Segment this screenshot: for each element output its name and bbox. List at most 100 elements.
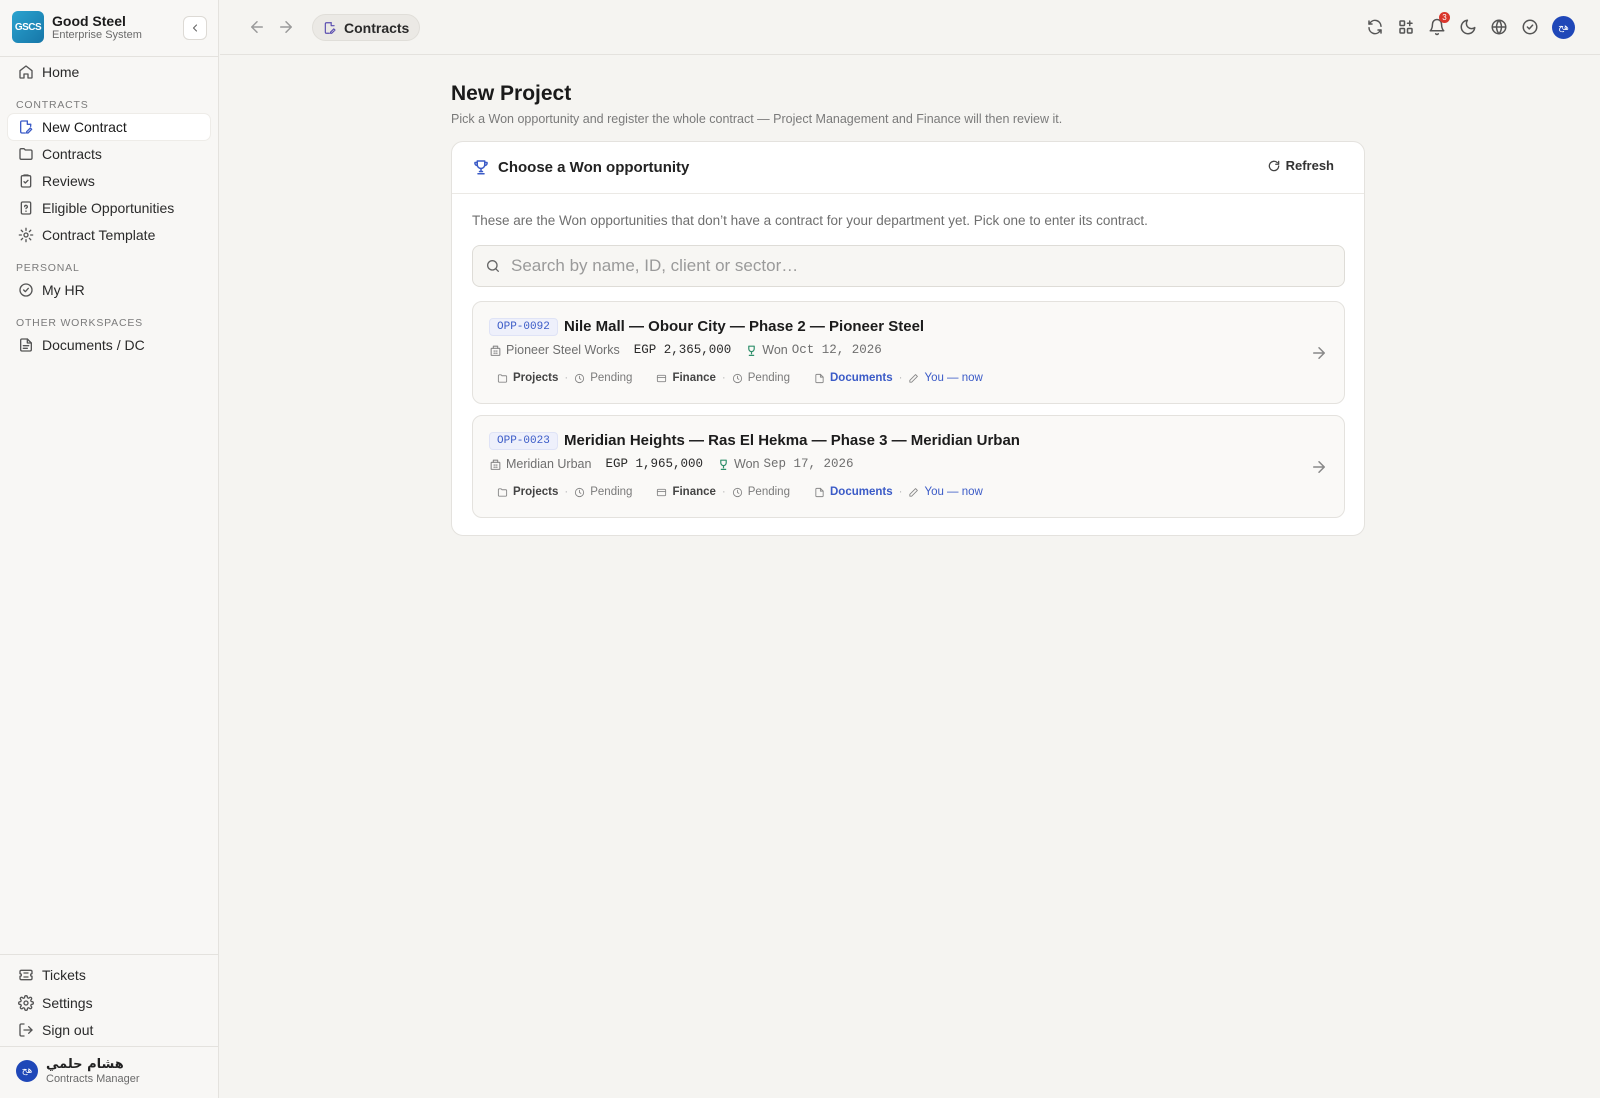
pencil-icon bbox=[908, 373, 919, 384]
sidebar-item-label: My HR bbox=[42, 282, 85, 298]
sidebar-item-settings[interactable]: Settings bbox=[8, 990, 210, 1016]
refresh-button[interactable]: Refresh bbox=[1267, 158, 1334, 173]
trophy-icon bbox=[472, 158, 490, 176]
document-icon bbox=[814, 373, 825, 384]
sidebar-item-label: Contracts bbox=[42, 146, 102, 162]
back-arrow-icon[interactable] bbox=[248, 18, 266, 36]
refresh-label: Refresh bbox=[1285, 158, 1334, 173]
sidebar-item-tickets[interactable]: Tickets bbox=[8, 962, 210, 988]
user-avatar-button[interactable]: هح bbox=[1552, 16, 1575, 39]
brand-subtitle: Enterprise System bbox=[52, 28, 142, 41]
sidebar-item-label: New Contract bbox=[42, 119, 127, 135]
brand[interactable]: GSCS Good Steel Enterprise System bbox=[12, 11, 142, 43]
opportunity-meta: Pioneer Steel Works EGP 2,365,000 Won Oc… bbox=[489, 343, 882, 357]
opportunity-id: OPP-0092 bbox=[489, 318, 558, 336]
folder-icon bbox=[497, 487, 508, 498]
moon-icon[interactable] bbox=[1459, 18, 1477, 36]
opportunity-row[interactable]: OPP-0092 Nile Mall — Obour City — Phase … bbox=[472, 301, 1345, 404]
user-profile[interactable]: هح هشام حلمي Contracts Manager bbox=[16, 1057, 140, 1086]
opportunity-id: OPP-0023 bbox=[489, 432, 558, 450]
avatar: هح bbox=[16, 1060, 38, 1083]
brand-name: Good Steel bbox=[52, 12, 126, 29]
chevron-left-icon bbox=[192, 24, 198, 32]
documents-link[interactable]: Documents bbox=[830, 486, 893, 498]
opportunity-meta: Meridian Urban EGP 1,965,000 Won Sep 17,… bbox=[489, 457, 854, 471]
trophy-icon bbox=[717, 458, 730, 471]
sidebar-item-eligible-opportunities[interactable]: Eligible Opportunities bbox=[8, 195, 210, 221]
sidebar-item-reviews[interactable]: Reviews bbox=[8, 168, 210, 194]
sidebar-item-contracts[interactable]: Contracts bbox=[8, 141, 210, 167]
sidebar-item-label: Eligible Opportunities bbox=[42, 200, 175, 216]
opportunity-status: Projects · Pending Finance · Pending Doc… bbox=[497, 372, 983, 384]
building-icon bbox=[489, 458, 502, 471]
card-title: Choose a Won opportunity bbox=[472, 158, 689, 176]
sidebar-item-label: Home bbox=[42, 64, 80, 80]
sidebar-item-label: Reviews bbox=[42, 173, 95, 189]
wallet-icon bbox=[656, 373, 667, 384]
opportunity-row[interactable]: OPP-0023 Meridian Heights — Ras El Hekma… bbox=[472, 415, 1345, 518]
projects-status: Pending bbox=[590, 486, 633, 498]
section-other-workspaces: OTHER WORKSPACES bbox=[16, 317, 143, 329]
clock-icon bbox=[732, 487, 743, 498]
sidebar-item-label: Documents / DC bbox=[42, 337, 145, 353]
won-date: Oct 12, 2026 bbox=[791, 343, 882, 357]
opportunity-name: Nile Mall — Obour City — Phase 2 — Pione… bbox=[564, 318, 925, 335]
sidebar-item-new-contract[interactable]: New Contract bbox=[8, 114, 210, 140]
documents-link[interactable]: Documents bbox=[830, 372, 893, 384]
last-editor: You — now bbox=[924, 486, 983, 498]
user-role: Contracts Manager bbox=[46, 1072, 140, 1085]
forward-arrow-icon[interactable] bbox=[277, 18, 295, 36]
search-field[interactable] bbox=[472, 245, 1345, 287]
won-date: Sep 17, 2026 bbox=[763, 457, 854, 471]
home-icon bbox=[18, 64, 34, 80]
breadcrumb[interactable]: Contracts bbox=[312, 14, 421, 41]
sidebar-item-label: Contract Template bbox=[42, 227, 156, 243]
topbar: Contracts 3 هح bbox=[220, 0, 1600, 55]
last-editor: You — now bbox=[924, 372, 983, 384]
clock-icon bbox=[574, 487, 585, 498]
user-name: هشام حلمي bbox=[46, 1057, 124, 1072]
collapse-sidebar-button[interactable] bbox=[183, 16, 207, 40]
search-icon bbox=[485, 258, 501, 274]
apps-icon[interactable] bbox=[1397, 18, 1415, 36]
contract-amount: EGP 2,365,000 bbox=[633, 343, 732, 357]
check-circle-icon[interactable] bbox=[1521, 18, 1539, 36]
won-opportunity-card: Choose a Won opportunity Refresh These a… bbox=[451, 141, 1365, 536]
card-header: Choose a Won opportunity Refresh bbox=[452, 142, 1364, 194]
wallet-icon bbox=[656, 487, 667, 498]
page-title: New Project bbox=[451, 82, 572, 105]
refresh-icon[interactable] bbox=[1366, 18, 1384, 36]
building-icon bbox=[489, 344, 502, 357]
card-title-label: Choose a Won opportunity bbox=[498, 158, 690, 176]
ticket-icon bbox=[18, 967, 34, 983]
projects-label: Projects bbox=[513, 372, 559, 384]
sidebar-item-contract-template[interactable]: Contract Template bbox=[8, 222, 210, 248]
search-input[interactable] bbox=[511, 256, 1331, 276]
sidebar-item-label: Tickets bbox=[42, 967, 86, 983]
won-label: Won bbox=[734, 457, 760, 471]
bell-icon[interactable]: 3 bbox=[1428, 12, 1450, 36]
brand-logo: GSCS bbox=[12, 11, 44, 43]
folder-icon bbox=[497, 373, 508, 384]
trophy-icon bbox=[745, 344, 758, 357]
sidebar-item-documents[interactable]: Documents / DC bbox=[8, 332, 210, 358]
sidebar-item-home[interactable]: Home bbox=[8, 59, 210, 85]
gear-icon bbox=[18, 227, 34, 243]
divider bbox=[0, 56, 219, 57]
contract-amount: EGP 1,965,000 bbox=[605, 457, 703, 471]
finance-status: Pending bbox=[747, 486, 790, 498]
sign-out-button[interactable]: Sign out bbox=[8, 1017, 210, 1043]
check-circle-icon bbox=[18, 282, 34, 298]
opportunity-name: Meridian Heights — Ras El Hekma — Phase … bbox=[564, 432, 1020, 449]
client-name: Pioneer Steel Works bbox=[506, 343, 620, 357]
won-label: Won bbox=[762, 343, 788, 357]
arrow-right-icon[interactable] bbox=[1310, 458, 1328, 476]
pencil-icon bbox=[908, 487, 919, 498]
folder-icon bbox=[18, 146, 34, 162]
arrow-right-icon[interactable] bbox=[1310, 344, 1328, 362]
globe-icon[interactable] bbox=[1490, 18, 1508, 36]
projects-status: Pending bbox=[590, 372, 633, 384]
refresh-icon bbox=[1267, 159, 1281, 173]
sidebar-item-my-hr[interactable]: My HR bbox=[8, 277, 210, 303]
divider bbox=[0, 1046, 219, 1047]
